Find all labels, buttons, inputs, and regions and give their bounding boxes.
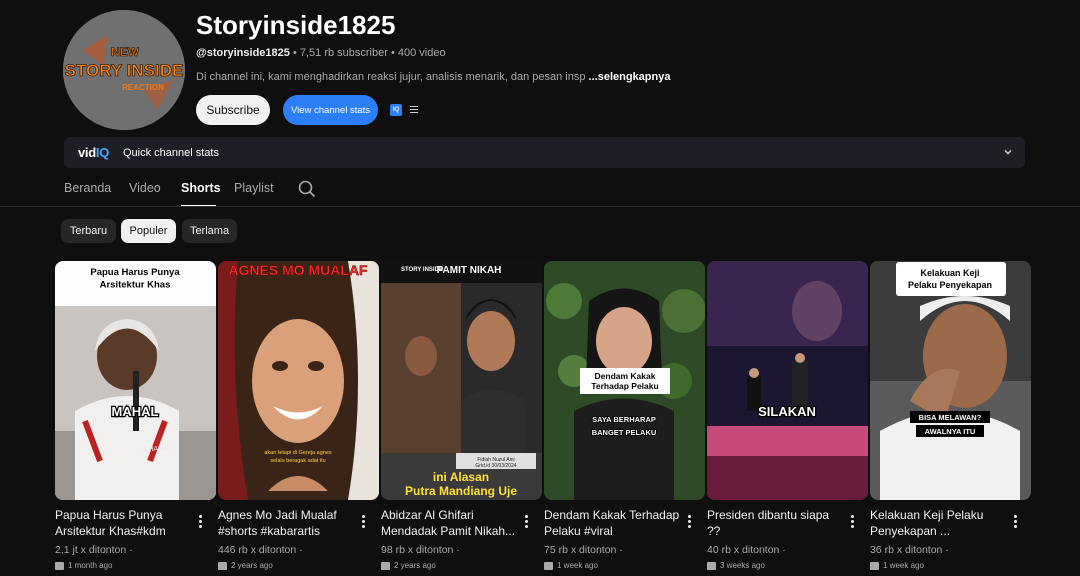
short-thumbnail[interactable]: AGNES MO MUALAF akan tetapi di Gereja ag… xyxy=(218,261,379,500)
chip-terlama[interactable]: Terlama xyxy=(182,219,237,243)
quick-stats-label: Quick channel stats xyxy=(123,147,219,159)
channel-title: Storyinside1825 xyxy=(196,10,396,40)
short-card[interactable]: Kelakuan Keji Pelaku Penyekapan BISA MELA… xyxy=(870,261,1031,576)
thumbnail-image: Kelakuan Keji Pelaku Penyekapan BISA MELA… xyxy=(870,261,1031,500)
thumbnail-image: Dendam Kakak Terhadap Pelaku SAYA BERHARA… xyxy=(544,261,705,500)
short-age: 2 years ago xyxy=(218,561,273,570)
more-options-icon[interactable] xyxy=(362,515,366,529)
more-options-icon[interactable] xyxy=(525,515,529,529)
search-icon[interactable] xyxy=(298,180,316,198)
short-card[interactable]: AGNES MO MUALAF akan tetapi di Gereja ag… xyxy=(218,261,379,576)
short-age: 1 week ago xyxy=(870,561,924,570)
more-options-icon[interactable] xyxy=(851,515,855,529)
short-card[interactable]: SILAKAN Presiden dibantu siapa ?? 40 rb … xyxy=(707,261,868,576)
svg-text:Papua Harus PunyaArsitektur Kh: Papua Harus Punya Arsitektur Khas xyxy=(90,267,180,291)
channel-avatar[interactable]: NEW STORY INSIDE REACTION xyxy=(63,10,185,130)
vidiq-icon[interactable]: IQ xyxy=(390,104,402,116)
short-thumbnail[interactable]: SILAKAN xyxy=(707,261,868,500)
short-views: 446 rb x ditonton · xyxy=(218,544,303,556)
tab-playlist[interactable]: Playlist xyxy=(234,181,274,195)
svg-text:BANGET PELAKU: BANGET PELAKU xyxy=(592,428,657,437)
short-age: 3 weeks ago xyxy=(707,561,765,570)
svg-text:REACTION: REACTION xyxy=(122,83,164,92)
short-views: 2,1 jt x ditonton · xyxy=(55,544,133,556)
short-age: 1 month ago xyxy=(55,561,112,570)
short-thumbnail[interactable]: Kelakuan Keji Pelaku Penyekapan BISA MELA… xyxy=(870,261,1031,500)
subscribe-button[interactable]: Subscribe xyxy=(196,95,270,125)
vidiq-age-icon xyxy=(218,561,227,570)
short-title[interactable]: Agnes Mo Jadi Mualaf #shorts #kabarartis xyxy=(218,507,356,539)
vidiq-age-icon xyxy=(707,561,716,570)
short-views: 36 rb x ditonton · xyxy=(870,544,949,556)
chip-terbaru[interactable]: Terbaru xyxy=(61,219,116,243)
short-views: 98 rb x ditonton · xyxy=(381,544,460,556)
svg-text:BISA MELAWAN?: BISA MELAWAN? xyxy=(919,413,982,422)
short-title[interactable]: Papua Harus Punya Arsitektur Khas#kdm xyxy=(55,507,193,539)
short-age: 2 years ago xyxy=(381,561,436,570)
channel-stats: • 7,51 rb subscriber • 400 video xyxy=(292,47,446,59)
chevron-down-icon[interactable] xyxy=(1003,147,1013,157)
svg-text:Fidiah Nuzul AiniGrid.id 30/03: Fidiah Nuzul Aini Grid.id 30/03/2024 xyxy=(475,457,516,469)
channel-handle: @storyinside1825 xyxy=(196,47,290,59)
short-title[interactable]: Dendam Kakak Terhadap Pelaku #viral xyxy=(544,507,682,539)
svg-text:SAYA BERHARAP: SAYA BERHARAP xyxy=(592,415,656,424)
thumbnail-image: AGNES MO MUALAF akan tetapi di Gereja ag… xyxy=(218,261,379,500)
svg-text:STORY INSIDE: STORY INSIDE xyxy=(65,61,184,80)
svg-text:AGNES MO MUALAF: AGNES MO MUALAF xyxy=(228,262,368,278)
svg-text:CHANNEL: CHANNEL xyxy=(143,446,177,453)
short-card[interactable]: Dendam Kakak Terhadap Pelaku SAYA BERHARA… xyxy=(544,261,705,576)
short-thumbnail[interactable]: Fidiah Nuzul Aini Grid.id 30/03/2024 STOR… xyxy=(381,261,542,500)
channel-meta: @storyinside1825 • 7,51 rb subscriber • … xyxy=(196,47,446,59)
vidiq-age-icon xyxy=(870,561,879,570)
short-age: 1 week ago xyxy=(544,561,598,570)
chip-populer[interactable]: Populer xyxy=(121,219,176,243)
short-card[interactable]: Papua Harus Punya Arsitektur Khas MAHAL C… xyxy=(55,261,216,576)
svg-text:MAHAL: MAHAL xyxy=(112,404,159,419)
tabs-divider xyxy=(0,206,1080,207)
thumbnail-image: Papua Harus Punya Arsitektur Khas MAHAL C… xyxy=(55,261,216,500)
vidiq-age-icon xyxy=(381,561,390,570)
thumbnail-image: Fidiah Nuzul Aini Grid.id 30/03/2024 STOR… xyxy=(381,261,542,500)
svg-text:PAMIT NIKAH: PAMIT NIKAH xyxy=(437,265,502,276)
svg-text:Dendam KakakTerhadap Pelaku: Dendam Kakak Terhadap Pelaku xyxy=(591,371,658,391)
short-card[interactable]: Fidiah Nuzul Aini Grid.id 30/03/2024 STOR… xyxy=(381,261,542,576)
avatar-logo: NEW STORY INSIDE REACTION xyxy=(63,10,185,130)
vidiq-age-icon xyxy=(544,561,553,570)
short-title[interactable]: Presiden dibantu siapa ?? xyxy=(707,507,845,539)
more-options-icon[interactable] xyxy=(688,515,692,529)
short-title[interactable]: Abidzar Al Ghifari Mendadak Pamit Nikah.… xyxy=(381,507,519,539)
svg-text:SILAKAN: SILAKAN xyxy=(758,404,816,419)
short-views: 40 rb x ditonton · xyxy=(707,544,786,556)
tab-video[interactable]: Video xyxy=(129,181,161,195)
short-views: 75 rb x ditonton · xyxy=(544,544,623,556)
svg-text:NEW: NEW xyxy=(111,45,140,59)
description-text: Di channel ini, kami menghadirkan reaksi… xyxy=(196,71,586,83)
short-thumbnail[interactable]: Papua Harus Punya Arsitektur Khas MAHAL C… xyxy=(55,261,216,500)
tab-shorts[interactable]: Shorts xyxy=(181,181,221,195)
vidiq-age-icon xyxy=(55,561,64,570)
channel-description[interactable]: Di channel ini, kami menghadirkan reaksi… xyxy=(196,71,670,83)
tab-beranda[interactable]: Beranda xyxy=(64,181,111,195)
short-title[interactable]: Kelakuan Keji Pelaku Penyekapan ... xyxy=(870,507,1008,539)
view-channel-stats-button[interactable]: View channel stats xyxy=(283,95,378,125)
vidiq-quick-stats-bar[interactable]: vidIQ Quick channel stats xyxy=(64,137,1025,168)
short-thumbnail[interactable]: Dendam Kakak Terhadap Pelaku SAYA BERHARA… xyxy=(544,261,705,500)
more-options-icon[interactable] xyxy=(1014,515,1018,529)
more-link[interactable]: ...selengkapnya xyxy=(589,71,671,83)
channel-header: NEW STORY INSIDE REACTION Storyinside182… xyxy=(0,0,1080,135)
more-options-icon[interactable] xyxy=(199,515,203,529)
vidiq-logo: vidIQ xyxy=(78,145,110,160)
thumbnail-image: SILAKAN xyxy=(707,261,868,500)
svg-text:AWALNYA ITU: AWALNYA ITU xyxy=(925,427,976,436)
menu-icon[interactable] xyxy=(410,104,418,116)
